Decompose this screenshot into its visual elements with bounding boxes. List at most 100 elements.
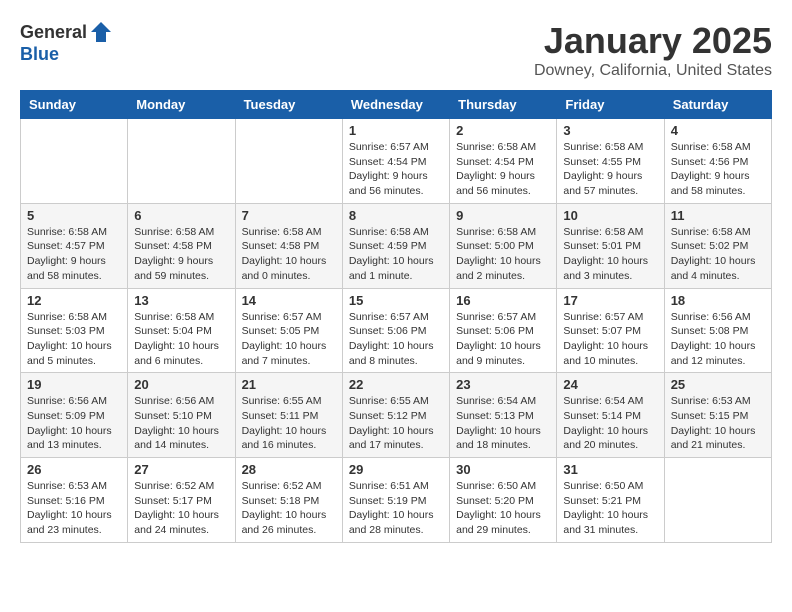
page-header: General Blue January 2025 Downey, Califo… xyxy=(20,20,772,80)
calendar-week-row: 19Sunrise: 6:56 AM Sunset: 5:09 PM Dayli… xyxy=(21,373,772,458)
logo-icon xyxy=(89,20,113,44)
calendar-cell: 1 Sunrise: 6:57 AM Sunset: 4:54 PM Daylig… xyxy=(342,119,449,204)
day-number: 25 xyxy=(671,377,765,392)
calendar-cell: 5 Sunrise: 6:58 AM Sunset: 4:57 PM Daylig… xyxy=(21,203,128,288)
day-info: Sunrise: 6:58 AM Sunset: 4:57 PM Dayligh… xyxy=(27,225,121,284)
calendar-week-row: 26Sunrise: 6:53 AM Sunset: 5:16 PM Dayli… xyxy=(21,458,772,543)
day-info: Sunrise: 6:56 AM Sunset: 5:10 PM Dayligh… xyxy=(134,394,228,453)
day-number: 2 xyxy=(456,123,550,138)
weekday-header-friday: Friday xyxy=(557,91,664,119)
day-number: 30 xyxy=(456,462,550,477)
day-info: Sunrise: 6:52 AM Sunset: 5:18 PM Dayligh… xyxy=(242,479,336,538)
calendar-cell: 11Sunrise: 6:58 AM Sunset: 5:02 PM Dayli… xyxy=(664,203,771,288)
calendar-week-row: 1 Sunrise: 6:57 AM Sunset: 4:54 PM Daylig… xyxy=(21,119,772,204)
calendar-cell: 4 Sunrise: 6:58 AM Sunset: 4:56 PM Daylig… xyxy=(664,119,771,204)
calendar-cell: 6 Sunrise: 6:58 AM Sunset: 4:58 PM Daylig… xyxy=(128,203,235,288)
day-number: 20 xyxy=(134,377,228,392)
day-info: Sunrise: 6:53 AM Sunset: 5:15 PM Dayligh… xyxy=(671,394,765,453)
logo-blue-text: Blue xyxy=(20,44,59,65)
calendar-table: SundayMondayTuesdayWednesdayThursdayFrid… xyxy=(20,90,772,543)
day-number: 12 xyxy=(27,293,121,308)
day-info: Sunrise: 6:58 AM Sunset: 5:03 PM Dayligh… xyxy=(27,310,121,369)
day-number: 31 xyxy=(563,462,657,477)
day-number: 10 xyxy=(563,208,657,223)
day-number: 6 xyxy=(134,208,228,223)
day-info: Sunrise: 6:57 AM Sunset: 5:05 PM Dayligh… xyxy=(242,310,336,369)
calendar-cell: 12 Sunrise: 6:58 AM Sunset: 5:03 PM Dayli… xyxy=(21,288,128,373)
day-info: Sunrise: 6:58 AM Sunset: 4:58 PM Dayligh… xyxy=(242,225,336,284)
day-info: Sunrise: 6:58 AM Sunset: 4:58 PM Dayligh… xyxy=(134,225,228,284)
calendar-cell: 7 Sunrise: 6:58 AM Sunset: 4:58 PM Daylig… xyxy=(235,203,342,288)
calendar-cell: 10 Sunrise: 6:58 AM Sunset: 5:01 PM Dayli… xyxy=(557,203,664,288)
day-number: 19 xyxy=(27,377,121,392)
day-number: 23 xyxy=(456,377,550,392)
calendar-cell xyxy=(21,119,128,204)
day-info: Sunrise: 6:50 AM Sunset: 5:21 PM Dayligh… xyxy=(563,479,657,538)
day-info: Sunrise: 6:58 AM Sunset: 4:55 PM Dayligh… xyxy=(563,140,657,199)
calendar-cell: 29Sunrise: 6:51 AM Sunset: 5:19 PM Dayli… xyxy=(342,458,449,543)
calendar-cell: 17 Sunrise: 6:57 AM Sunset: 5:07 PM Dayli… xyxy=(557,288,664,373)
logo: General Blue xyxy=(20,20,113,65)
month-title: January 2025 xyxy=(534,20,772,62)
day-number: 14 xyxy=(242,293,336,308)
day-info: Sunrise: 6:54 AM Sunset: 5:14 PM Dayligh… xyxy=(563,394,657,453)
day-info: Sunrise: 6:58 AM Sunset: 4:59 PM Dayligh… xyxy=(349,225,443,284)
calendar-week-row: 12 Sunrise: 6:58 AM Sunset: 5:03 PM Dayli… xyxy=(21,288,772,373)
day-number: 4 xyxy=(671,123,765,138)
calendar-cell: 19Sunrise: 6:56 AM Sunset: 5:09 PM Dayli… xyxy=(21,373,128,458)
calendar-cell: 30 Sunrise: 6:50 AM Sunset: 5:20 PM Dayli… xyxy=(450,458,557,543)
day-number: 5 xyxy=(27,208,121,223)
calendar-cell: 15 Sunrise: 6:57 AM Sunset: 5:06 PM Dayli… xyxy=(342,288,449,373)
day-number: 17 xyxy=(563,293,657,308)
calendar-week-row: 5 Sunrise: 6:58 AM Sunset: 4:57 PM Daylig… xyxy=(21,203,772,288)
day-number: 24 xyxy=(563,377,657,392)
day-info: Sunrise: 6:58 AM Sunset: 5:00 PM Dayligh… xyxy=(456,225,550,284)
calendar-cell: 3 Sunrise: 6:58 AM Sunset: 4:55 PM Daylig… xyxy=(557,119,664,204)
day-number: 11 xyxy=(671,208,765,223)
day-number: 3 xyxy=(563,123,657,138)
calendar-cell: 21 Sunrise: 6:55 AM Sunset: 5:11 PM Dayli… xyxy=(235,373,342,458)
calendar-cell: 31 Sunrise: 6:50 AM Sunset: 5:21 PM Dayli… xyxy=(557,458,664,543)
day-number: 15 xyxy=(349,293,443,308)
day-info: Sunrise: 6:57 AM Sunset: 4:54 PM Dayligh… xyxy=(349,140,443,199)
calendar-cell xyxy=(235,119,342,204)
calendar-cell: 2 Sunrise: 6:58 AM Sunset: 4:54 PM Daylig… xyxy=(450,119,557,204)
day-number: 27 xyxy=(134,462,228,477)
day-info: Sunrise: 6:56 AM Sunset: 5:08 PM Dayligh… xyxy=(671,310,765,369)
day-number: 1 xyxy=(349,123,443,138)
calendar-cell: 14 Sunrise: 6:57 AM Sunset: 5:05 PM Dayli… xyxy=(235,288,342,373)
day-number: 8 xyxy=(349,208,443,223)
calendar-cell: 18Sunrise: 6:56 AM Sunset: 5:08 PM Dayli… xyxy=(664,288,771,373)
day-info: Sunrise: 6:55 AM Sunset: 5:11 PM Dayligh… xyxy=(242,394,336,453)
day-info: Sunrise: 6:58 AM Sunset: 4:54 PM Dayligh… xyxy=(456,140,550,199)
weekday-header-thursday: Thursday xyxy=(450,91,557,119)
calendar-cell xyxy=(128,119,235,204)
calendar-cell: 25 Sunrise: 6:53 AM Sunset: 5:15 PM Dayli… xyxy=(664,373,771,458)
title-section: January 2025 Downey, California, United … xyxy=(534,20,772,80)
location-text: Downey, California, United States xyxy=(534,62,772,80)
day-number: 7 xyxy=(242,208,336,223)
calendar-cell xyxy=(664,458,771,543)
calendar-cell: 28 Sunrise: 6:52 AM Sunset: 5:18 PM Dayli… xyxy=(235,458,342,543)
day-info: Sunrise: 6:52 AM Sunset: 5:17 PM Dayligh… xyxy=(134,479,228,538)
logo-general-text: General xyxy=(20,22,87,43)
weekday-header-monday: Monday xyxy=(128,91,235,119)
day-info: Sunrise: 6:57 AM Sunset: 5:07 PM Dayligh… xyxy=(563,310,657,369)
weekday-header-sunday: Sunday xyxy=(21,91,128,119)
calendar-cell: 20 Sunrise: 6:56 AM Sunset: 5:10 PM Dayli… xyxy=(128,373,235,458)
day-info: Sunrise: 6:58 AM Sunset: 4:56 PM Dayligh… xyxy=(671,140,765,199)
calendar-cell: 16Sunrise: 6:57 AM Sunset: 5:06 PM Dayli… xyxy=(450,288,557,373)
calendar-cell: 22Sunrise: 6:55 AM Sunset: 5:12 PM Dayli… xyxy=(342,373,449,458)
calendar-cell: 13Sunrise: 6:58 AM Sunset: 5:04 PM Dayli… xyxy=(128,288,235,373)
weekday-header-row: SundayMondayTuesdayWednesdayThursdayFrid… xyxy=(21,91,772,119)
day-number: 26 xyxy=(27,462,121,477)
day-info: Sunrise: 6:57 AM Sunset: 5:06 PM Dayligh… xyxy=(349,310,443,369)
day-number: 16 xyxy=(456,293,550,308)
day-number: 21 xyxy=(242,377,336,392)
day-info: Sunrise: 6:58 AM Sunset: 5:01 PM Dayligh… xyxy=(563,225,657,284)
calendar-cell: 8 Sunrise: 6:58 AM Sunset: 4:59 PM Daylig… xyxy=(342,203,449,288)
day-number: 28 xyxy=(242,462,336,477)
day-info: Sunrise: 6:50 AM Sunset: 5:20 PM Dayligh… xyxy=(456,479,550,538)
day-info: Sunrise: 6:55 AM Sunset: 5:12 PM Dayligh… xyxy=(349,394,443,453)
day-info: Sunrise: 6:54 AM Sunset: 5:13 PM Dayligh… xyxy=(456,394,550,453)
